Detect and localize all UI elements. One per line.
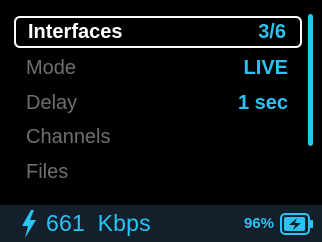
- menu-item-mode[interactable]: Mode LIVE: [14, 52, 302, 84]
- bitrate-unit: Kbps: [97, 210, 151, 236]
- menu-item-delay[interactable]: Delay 1 sec: [14, 87, 302, 119]
- battery-percent: 96%: [243, 215, 274, 232]
- device-screen: Interfaces 3/6 Mode LIVE Delay 1 sec Cha…: [0, 0, 322, 242]
- menu-item-label: Mode: [26, 56, 77, 79]
- menu-item-label: Delay: [26, 91, 78, 114]
- status-bar: 661 Kbps 96%: [0, 205, 322, 242]
- settings-menu: Interfaces 3/6 Mode LIVE Delay 1 sec Cha…: [0, 0, 322, 205]
- menu-item-value: 1 sec: [237, 91, 288, 114]
- bitrate-value: 661: [46, 210, 85, 236]
- bitrate-readout: 661 Kbps: [46, 210, 151, 237]
- battery-charging-icon: [280, 212, 314, 235]
- menu-item-channels[interactable]: Channels: [14, 121, 302, 153]
- menu-item-files[interactable]: Files: [14, 156, 302, 188]
- menu-item-value: LIVE: [243, 56, 288, 79]
- menu-scrollbar[interactable]: [308, 14, 313, 146]
- menu-item-value: 3/6: [258, 20, 286, 43]
- menu-item-label: Files: [26, 160, 69, 183]
- menu-item-label: Interfaces: [28, 20, 123, 43]
- menu-item-label: Channels: [26, 125, 111, 148]
- menu-item-interfaces[interactable]: Interfaces 3/6: [14, 16, 302, 48]
- lightning-bolt-icon: [20, 209, 38, 238]
